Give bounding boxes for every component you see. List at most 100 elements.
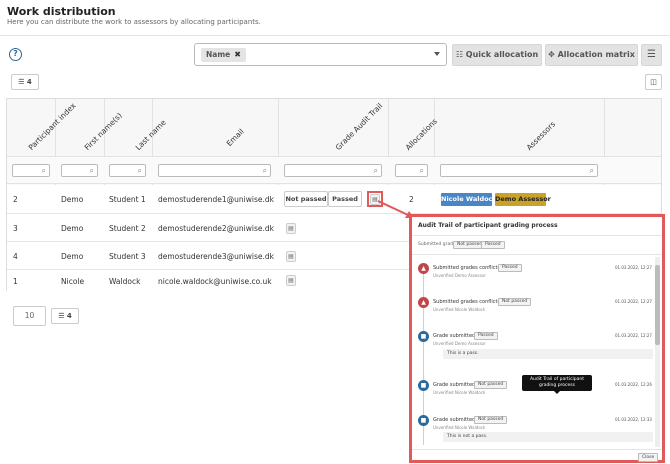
tooltip-arrow [554,391,560,394]
table-row[interactable]: 2 Demo Student 1 demostuderende1@uniwise… [7,185,661,214]
event-title: Submitted grades conflicted: [433,299,506,305]
event-user: Unverified Nicole Waldock [433,307,486,312]
quick-allocation-label: Quick allocation [465,50,539,59]
passed-button[interactable]: Passed [328,191,362,207]
assessor-tag[interactable]: Nicole Waldock [441,193,497,206]
page-title: Work distribution [7,5,116,18]
clipboard-icon[interactable]: ▤ [286,223,296,234]
allocation-matrix-button[interactable]: ✥ Allocation matrix [545,44,638,66]
search-icon: ⌕ [589,166,594,175]
cell-index: 3 [13,224,18,233]
cell-last-name: Waldock [109,277,141,286]
filter-input-index[interactable]: ⌕ [12,164,50,177]
event-time: 01.03.2022, 12:33 [615,417,652,422]
event-grade-chip: Passed [498,264,522,272]
modal-title: Audit Trail of participant grading proce… [418,222,558,229]
cell-first-name: Demo [61,224,84,233]
filter-input-first-name[interactable]: ⌕ [61,164,98,177]
divider [412,235,662,236]
event-time: 01.03.2022, 12:26 [615,382,652,387]
cell-last-name: Student 1 [109,195,146,204]
clipboard-icon[interactable]: ▤ [286,275,296,286]
users-icon: ☷ [455,50,466,59]
columns-count: 4 [26,78,32,86]
allocation-matrix-label: Allocation matrix [557,50,635,59]
warning-icon: ▲ [418,263,429,274]
filter-select[interactable]: Name ✖ [194,43,447,66]
filter-input-email[interactable]: ⌕ [158,164,271,177]
search-icon: ⌕ [262,166,267,175]
event-user: Unverified Nicole Waldock [433,390,486,395]
quick-allocation-button[interactable]: ☷ Quick allocation [452,44,542,66]
audit-trail-modal: Audit Trail of participant grading proce… [409,214,665,463]
cell-first-name: Nicole [61,277,85,286]
search-icon: ⌕ [137,166,142,175]
event-title: Grade submitted: [433,333,477,339]
event-grade-chip: Not passed [474,381,508,389]
pagination-count: 4 [66,312,72,320]
cell-index: 2 [13,195,18,204]
page-subtitle: Here you can distribute the work to asse… [7,18,261,26]
filter-input-grade[interactable]: ⌕ [284,164,382,177]
event-user: Unverified Demo Assessor [433,341,486,346]
cell-first-name: Demo [61,252,84,261]
cell-email: demostuderende1@uniwise.dk [158,195,274,204]
cell-email: demostuderende2@uniwise.dk [158,224,274,233]
event-title: Grade submitted: [433,417,477,423]
menu-button[interactable]: ☰ [641,44,662,66]
cell-first-name: Demo [61,195,84,204]
event-grade-chip: Not passed [498,298,532,306]
pagination-count-button[interactable]: ☰ 4 [51,308,79,324]
warning-icon: ▲ [418,297,429,308]
cell-index: 4 [13,252,18,261]
matrix-icon: ✥ [548,50,558,59]
filter-chip-name[interactable]: Name ✖ [201,48,246,62]
assessor-tag[interactable]: Demo Assessor [495,193,551,206]
close-button[interactable]: Close [638,453,659,462]
filter-input-last-name[interactable]: ⌕ [109,164,146,177]
event-comment: This is not a pass. [443,432,653,442]
list-icon: ☰ [58,312,67,320]
column-layout-button[interactable]: ◫ [645,74,662,90]
divider [412,254,662,255]
event-time: 01.03.2022, 12:27 [615,265,652,270]
search-icon: ⌕ [373,166,378,175]
event-title: Grade submitted: [433,382,477,388]
help-icon[interactable]: ? [9,48,22,61]
event-user: Unverified Demo Assessor [433,273,486,278]
cell-last-name: Student 3 [109,252,146,261]
filter-input-allocations[interactable]: ⌕ [395,164,428,177]
event-time: 01.03.2022, 12:27 [615,299,652,304]
lock-icon: ■ [418,415,429,426]
event-comment: This is a pass. [443,349,653,359]
columns-icon: ◫ [650,78,657,86]
event-grade-chip: Not passed [474,416,508,424]
search-icon: ⌕ [419,166,424,175]
cell-index: 1 [13,277,18,286]
search-icon: ⌕ [41,166,46,175]
chevron-down-icon[interactable] [434,52,440,56]
list-icon: ☰ [18,78,27,86]
lock-icon: ■ [418,380,429,391]
event-user: Unverified Nicole Waldock [433,425,486,430]
tooltip: Audit Trail of participant grading proce… [522,375,592,391]
cell-email: demostuderende3@uniwise.dk [158,252,274,261]
scrollbar-thumb[interactable] [655,265,660,345]
cell-email: nicole.waldock@uniwise.co.uk [158,277,272,286]
lock-icon: ■ [418,331,429,342]
columns-count-button[interactable]: ☰ 4 [11,74,39,90]
not-passed-button[interactable]: Not passed [284,191,328,207]
page-size-select[interactable]: 10 [13,306,46,326]
event-time: 01.03.2022, 12:27 [615,333,652,338]
event-grade-chip: Passed [474,332,498,340]
filter-chip-label: Name [206,50,231,59]
event-title: Submitted grades conflicted: [433,265,506,271]
clipboard-icon[interactable]: ▤ [286,251,296,262]
filter-input-assessors[interactable]: ⌕ [440,164,598,177]
divider [412,449,662,450]
close-icon[interactable]: ✖ [234,50,241,59]
filter-row: ⌕ ⌕ ⌕ ⌕ ⌕ ⌕ ⌕ [7,157,661,184]
divider [0,35,670,36]
hamburger-icon: ☰ [647,49,656,60]
search-icon: ⌕ [89,166,94,175]
